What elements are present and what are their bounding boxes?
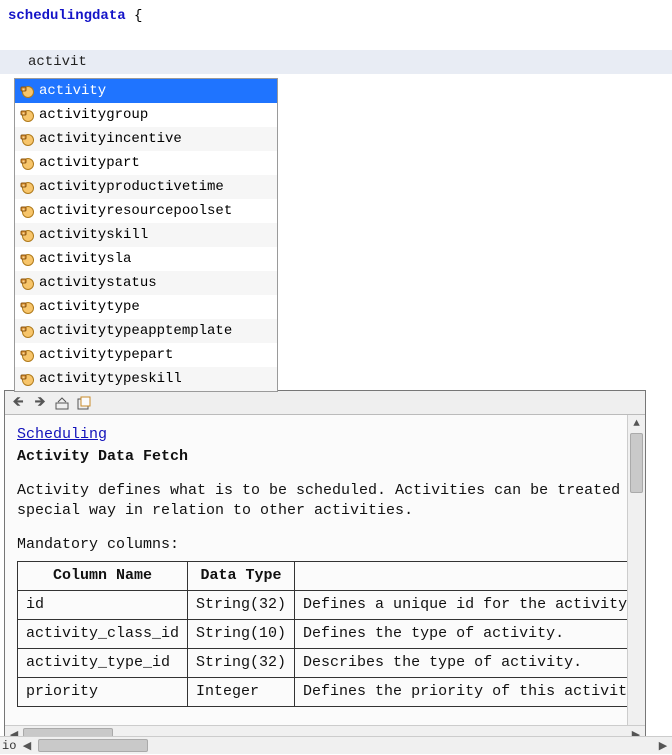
autocomplete-item-label: activitystatus (39, 273, 157, 293)
table-cell: String(10) (188, 620, 295, 649)
autocomplete-item[interactable]: activityincentive (15, 127, 277, 151)
doc-paragraph: Activity defines what is to be scheduled… (17, 481, 645, 521)
autocomplete-item[interactable]: activitystatus (15, 271, 277, 295)
autocomplete-input-line[interactable]: activit (0, 50, 672, 74)
doc-heading: Activity Data Fetch (17, 447, 645, 467)
scroll-vertical-thumb[interactable] (630, 433, 643, 493)
entity-icon (19, 275, 35, 291)
code-line-1: schedulingdata { (8, 6, 664, 26)
autocomplete-item[interactable]: activitytypepart (15, 343, 277, 367)
autocomplete-item-label: activitytypepart (39, 345, 173, 365)
table-row: priorityIntegerDefines the priority of t… (18, 678, 646, 707)
table-cell: Defines the priority of this activity. (295, 678, 645, 707)
doc-toolbar: 🡸 🡺 (5, 391, 645, 415)
outer-scroll-right-arrow[interactable]: ▶ (654, 737, 672, 755)
autocomplete-item-label: activitygroup (39, 105, 148, 125)
autocomplete-item[interactable]: activitytypeskill (15, 367, 277, 391)
scroll-up-arrow[interactable]: ▲ (628, 415, 645, 433)
table-cell: id (18, 591, 188, 620)
autocomplete-item[interactable]: activitytypeapptemplate (15, 319, 277, 343)
table-row: activity_type_idString(32)Describes the … (18, 649, 646, 678)
entity-icon (19, 107, 35, 123)
table-cell: Defines a unique id for the activity. (295, 591, 645, 620)
table-header (295, 562, 645, 591)
autocomplete-item[interactable]: activitypart (15, 151, 277, 175)
autocomplete-item-label: activityresourcepoolset (39, 201, 232, 221)
autocomplete-item-label: activitytypeskill (39, 369, 182, 389)
autocomplete-popup[interactable]: activity activitygroup activityincentive ac… (14, 78, 278, 392)
table-row: activity_class_idString(10)Defines the t… (18, 620, 646, 649)
footer-label: io (0, 737, 18, 755)
entity-icon (19, 131, 35, 147)
back-button[interactable]: 🡸 (9, 394, 27, 412)
autocomplete-item-label: activitypart (39, 153, 140, 173)
table-cell: Integer (188, 678, 295, 707)
doc-mandatory-label: Mandatory columns: (17, 535, 645, 555)
collapse-button[interactable] (53, 394, 71, 412)
entity-icon (19, 83, 35, 99)
table-header: Data Type (188, 562, 295, 591)
table-cell: activity_class_id (18, 620, 188, 649)
entity-icon (19, 251, 35, 267)
doc-scroll-viewport: Scheduling Activity Data Fetch Activity … (5, 415, 645, 743)
blank-line (0, 32, 672, 50)
autocomplete-item-label: activityskill (39, 225, 148, 245)
forward-button[interactable]: 🡺 (31, 394, 49, 412)
entity-icon (19, 371, 35, 387)
autocomplete-item[interactable]: activity (15, 79, 277, 103)
autocomplete-item-label: activity (39, 81, 106, 101)
table-cell: String(32) (188, 649, 295, 678)
entity-icon (19, 203, 35, 219)
table-cell: Defines the type of activity. (295, 620, 645, 649)
table-cell: priority (18, 678, 188, 707)
code-editor[interactable]: schedulingdata { (0, 0, 672, 32)
table-cell: String(32) (188, 591, 295, 620)
table-cell: Describes the type of activity. (295, 649, 645, 678)
documentation-panel: 🡸 🡺 Scheduling Activity Data Fetch Activ… (4, 390, 646, 744)
doc-content: Scheduling Activity Data Fetch Activity … (5, 415, 645, 717)
entity-icon (19, 155, 35, 171)
autocomplete-item[interactable]: activitytype (15, 295, 277, 319)
autocomplete-item-label: activitytypeapptemplate (39, 321, 232, 341)
table-header: Column Name (18, 562, 188, 591)
doc-mandatory-table: Column NameData TypeidString(32)Defines … (17, 561, 645, 707)
editor-horizontal-scrollbar[interactable]: io ◀ ▶ (0, 736, 672, 754)
autocomplete-item[interactable]: activityresourcepoolset (15, 199, 277, 223)
entity-icon (19, 227, 35, 243)
table-cell: activity_type_id (18, 649, 188, 678)
doc-vertical-scrollbar[interactable]: ▲ ▼ (627, 415, 645, 743)
entity-icon (19, 323, 35, 339)
autocomplete-item[interactable]: activitygroup (15, 103, 277, 127)
autocomplete-item[interactable]: activitysla (15, 247, 277, 271)
keyword-token: schedulingdata (8, 8, 126, 24)
entity-icon (19, 299, 35, 315)
autocomplete-item-label: activitytype (39, 297, 140, 317)
open-external-button[interactable] (75, 394, 93, 412)
autocomplete-item-label: activityproductivetime (39, 177, 224, 197)
entity-icon (19, 179, 35, 195)
autocomplete-item-label: activitysla (39, 249, 131, 269)
outer-scroll-thumb[interactable] (38, 739, 148, 752)
outer-scroll-left-arrow[interactable]: ◀ (18, 737, 36, 755)
brace-token: { (134, 8, 142, 24)
doc-breadcrumb-link[interactable]: Scheduling (17, 426, 107, 443)
entity-icon (19, 347, 35, 363)
autocomplete-item-label: activityincentive (39, 129, 182, 149)
autocomplete-item[interactable]: activityproductivetime (15, 175, 277, 199)
table-row: idString(32)Defines a unique id for the … (18, 591, 646, 620)
autocomplete-item[interactable]: activityskill (15, 223, 277, 247)
